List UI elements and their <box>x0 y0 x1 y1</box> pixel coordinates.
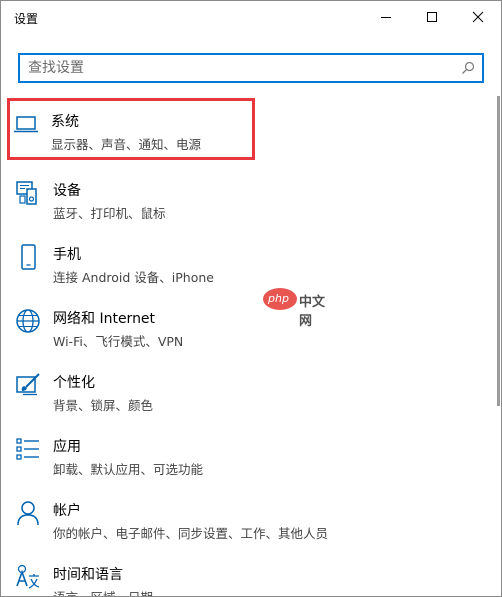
paint-icon <box>16 373 40 396</box>
settings-item-system[interactable]: 系统 显示器、声音、通知、电源 <box>7 98 255 160</box>
globe-icon <box>16 309 40 333</box>
item-description: 连接 Android 设备、iPhone <box>53 270 214 285</box>
settings-item-devices[interactable]: 设备 蓝牙、打印机、鼠标 <box>9 167 489 225</box>
close-button[interactable] <box>455 1 501 33</box>
apps-icon <box>16 438 39 460</box>
settings-window: 设置 系统 显示器、声音、通知、电源 <box>0 0 502 597</box>
window-title: 设置 <box>14 12 39 26</box>
settings-item-personalization[interactable]: 个性化 背景、锁屏、颜色 <box>9 359 489 417</box>
search-input[interactable] <box>28 59 448 77</box>
item-title: 应用 <box>53 439 81 455</box>
item-title: 时间和语言 <box>53 567 123 583</box>
maximize-button[interactable] <box>409 1 455 33</box>
time-language-icon <box>16 564 40 589</box>
minimize-icon <box>381 17 391 18</box>
item-title: 系统 <box>51 114 79 130</box>
close-icon <box>472 11 484 23</box>
settings-item-phone[interactable]: 手机 连接 Android 设备、iPhone <box>9 231 489 289</box>
vertical-scrollbar[interactable] <box>497 96 500 406</box>
maximize-icon <box>427 12 437 22</box>
devices-icon <box>16 181 37 205</box>
item-title: 个性化 <box>53 375 95 391</box>
settings-item-network[interactable]: 网络和 Internet Wi-Fi、飞行模式、VPN <box>9 295 489 353</box>
item-description: 背景、锁屏、颜色 <box>53 398 154 413</box>
minimize-button[interactable] <box>363 1 409 33</box>
site-watermark: php 中文网 <box>263 288 335 329</box>
search-box[interactable] <box>18 53 484 83</box>
item-title: 网络和 Internet <box>53 311 156 327</box>
watermark-text: 中文网 <box>299 295 326 329</box>
phone-icon <box>21 244 36 270</box>
settings-item-accounts[interactable]: 帐户 你的帐户、电子邮件、同步设置、工作、其他人员 <box>9 487 489 545</box>
title-bar[interactable]: 设置 <box>1 1 501 33</box>
watermark-logo: php <box>263 288 297 310</box>
settings-item-time-language[interactable]: 时间和语言 语言、区域、日期 <box>9 551 489 596</box>
item-title: 设备 <box>53 183 81 199</box>
laptop-icon <box>14 116 38 133</box>
person-icon <box>17 501 39 526</box>
search-icon[interactable] <box>461 61 475 75</box>
item-description: 显示器、声音、通知、电源 <box>51 137 202 152</box>
item-description: 你的帐户、电子邮件、同步设置、工作、其他人员 <box>53 526 329 541</box>
item-description: 卸载、默认应用、可选功能 <box>53 462 204 477</box>
item-title: 帐户 <box>53 503 81 519</box>
item-description: 语言、区域、日期 <box>53 587 153 596</box>
item-description: 蓝牙、打印机、鼠标 <box>53 206 166 221</box>
item-description: Wi-Fi、飞行模式、VPN <box>53 334 184 349</box>
settings-item-apps[interactable]: 应用 卸载、默认应用、可选功能 <box>9 423 489 481</box>
item-title: 手机 <box>53 247 81 263</box>
watermark-logo-text: php <box>268 292 289 305</box>
